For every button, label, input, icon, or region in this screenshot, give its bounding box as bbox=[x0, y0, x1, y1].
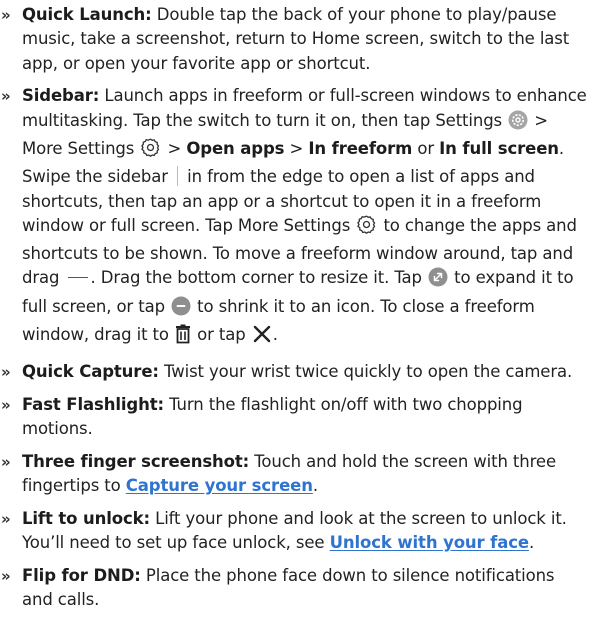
item-title: Quick Launch: bbox=[22, 5, 152, 24]
item-bold-text: In full screen bbox=[439, 138, 559, 158]
item-text: or tap bbox=[197, 325, 246, 345]
bullet-marker: » bbox=[1, 6, 11, 24]
bullet-marker: » bbox=[1, 566, 11, 585]
list-item-lift-to-unlock: » Lift to unlock: Lift your phone and lo… bbox=[0, 507, 590, 556]
trash-icon bbox=[175, 324, 191, 351]
list-item-quick-capture: » Quick Capture: Twist your wrist twice … bbox=[0, 360, 590, 384]
item-title: Quick Capture: bbox=[22, 361, 159, 381]
item-text: > bbox=[167, 138, 182, 158]
item-title: Fast Flashlight: bbox=[22, 394, 164, 414]
minimize-icon bbox=[171, 296, 191, 323]
bullet-marker: » bbox=[1, 509, 11, 528]
list-item-sidebar: » Sidebar: Launch apps in freeform or fu… bbox=[0, 84, 590, 351]
item-text: Twist your wrist twice quickly to open t… bbox=[164, 361, 573, 381]
item-title: Flip for DND: bbox=[22, 565, 141, 585]
capture-screen-link[interactable]: Capture your screen bbox=[126, 476, 313, 495]
gesture-feature-list: » Quick Launch: Double tap the back of y… bbox=[0, 3, 590, 621]
gear-icon bbox=[356, 214, 377, 242]
item-bold-text: Open apps bbox=[186, 138, 285, 158]
unlock-with-face-link[interactable]: Unlock with your face bbox=[330, 533, 530, 552]
list-item-flip-for-dnd: » Flip for DND: Place the phone face dow… bbox=[0, 564, 590, 613]
item-title: Three finger screenshot: bbox=[22, 451, 250, 471]
item-title: Lift to unlock: bbox=[22, 508, 150, 528]
list-item-fast-flashlight: » Fast Flashlight: Turn the flashlight o… bbox=[0, 393, 590, 442]
item-title: Sidebar: bbox=[22, 86, 100, 106]
settings-icon bbox=[508, 110, 528, 137]
sidebar-handle-icon bbox=[177, 166, 179, 187]
item-text: . bbox=[529, 533, 535, 553]
item-text: or bbox=[417, 138, 434, 158]
item-text: . Drag the bottom corner to resize it. T… bbox=[90, 268, 423, 288]
drag-handle-icon bbox=[67, 276, 88, 279]
bullet-marker: » bbox=[1, 362, 11, 381]
item-text: > bbox=[289, 138, 304, 158]
item-text: Launch apps in freeform or full-screen w… bbox=[22, 86, 587, 130]
close-icon bbox=[252, 324, 272, 351]
bullet-marker: » bbox=[1, 87, 11, 106]
list-item-three-finger-screenshot: » Three finger screenshot: Touch and hol… bbox=[0, 450, 590, 499]
bullet-marker: » bbox=[1, 452, 11, 471]
item-text: . bbox=[272, 325, 278, 345]
item-bold-text: In freeform bbox=[308, 138, 413, 158]
bullet-marker: » bbox=[1, 395, 11, 414]
expand-icon bbox=[428, 267, 448, 294]
gear-icon bbox=[140, 137, 161, 165]
list-item-quick-launch: » Quick Launch: Double tap the back of y… bbox=[0, 3, 590, 76]
item-text: . bbox=[312, 476, 318, 496]
